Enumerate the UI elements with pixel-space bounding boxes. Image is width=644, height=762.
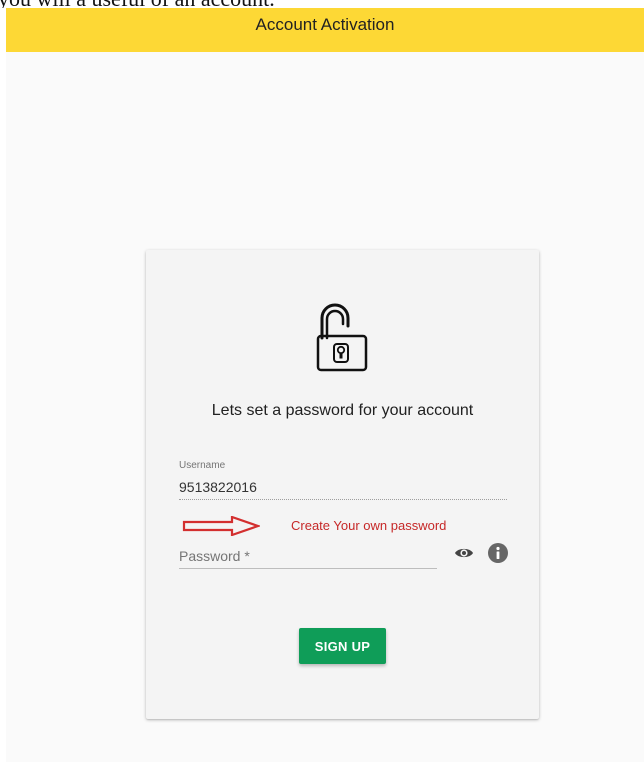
activation-card: Lets set a password for your account Use… (146, 250, 539, 719)
info-icon[interactable] (488, 543, 508, 563)
password-underline (179, 568, 437, 569)
eye-icon[interactable] (454, 546, 474, 560)
username-underline (179, 499, 507, 500)
document-text-fragment: you will a useful of an account. (0, 0, 644, 8)
username-label: Username (179, 460, 226, 471)
page-title: Account Activation (255, 15, 395, 34)
card-heading: Lets set a password for your account (211, 402, 474, 419)
document-text: you will a useful of an account. (0, 0, 275, 8)
password-field[interactable]: Password * (179, 548, 250, 564)
app-bar: Account Activation (6, 8, 644, 52)
app-window: Account Activation Lets set a password f… (6, 8, 644, 762)
unlocked-padlock-icon (316, 303, 368, 372)
signup-button[interactable]: SIGN UP (299, 628, 386, 664)
right-arrow-icon (182, 516, 260, 536)
annotation-text: Create Your own password (291, 518, 447, 533)
username-field: 9513822016 (179, 479, 257, 495)
